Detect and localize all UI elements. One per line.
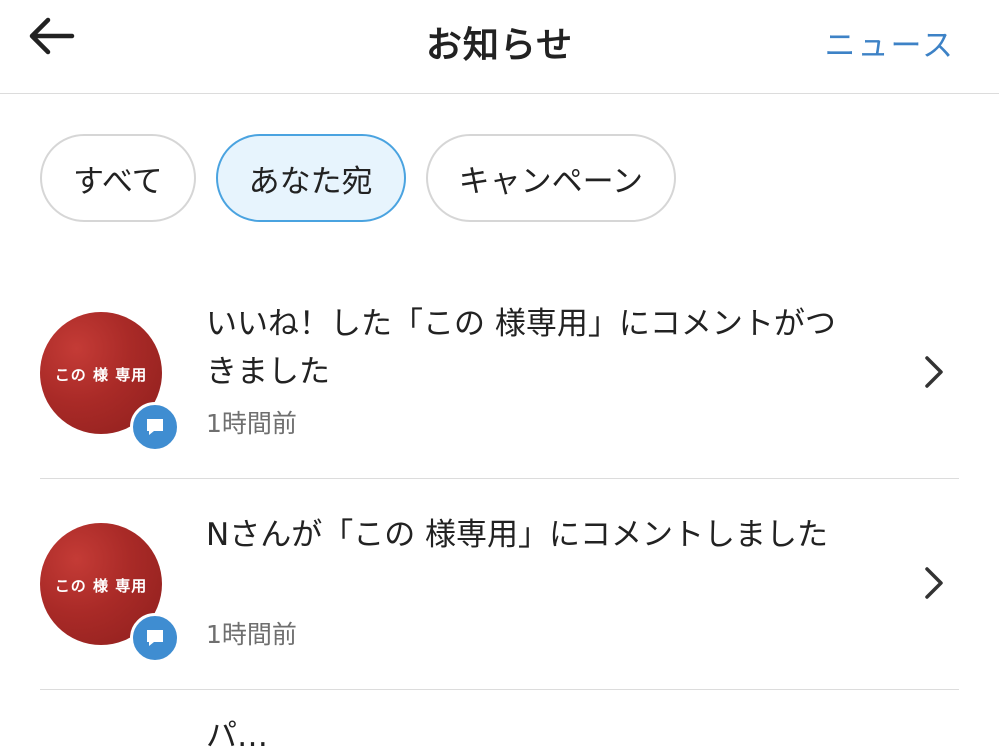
- avatar-text: この 様 専用: [54, 577, 148, 595]
- comment-badge: [130, 613, 180, 663]
- notification-list: この 様 専用 いいね！した「この 様専用」にコメントがつきました 1時間前 こ…: [0, 268, 999, 750]
- avatar: この 様 専用: [40, 523, 180, 663]
- filter-tabs: すべて あなた宛 キャンペーン: [40, 134, 677, 222]
- chevron-right-icon: [925, 356, 943, 388]
- filter-chip-for-you[interactable]: あなた宛: [215, 134, 406, 222]
- avatar: この 様 専用: [40, 312, 180, 452]
- comment-icon: [147, 630, 163, 646]
- filter-chip-campaign[interactable]: キャンペーン: [425, 134, 677, 222]
- avatar-text: この 様 専用: [54, 366, 148, 384]
- app-header: お知らせ ニュース: [0, 0, 999, 94]
- notification-time: 1時間前: [206, 409, 297, 438]
- comment-icon: [147, 419, 163, 435]
- notification-item[interactable]: この 様 専用 Nさんが「この 様専用」にコメントしました 1時間前: [40, 479, 959, 690]
- news-link[interactable]: ニュース: [825, 20, 955, 65]
- notification-text: パ…: [206, 718, 268, 750]
- filter-chip-all[interactable]: すべて: [40, 134, 196, 222]
- comment-badge: [130, 402, 180, 452]
- notification-text: いいね！した「この 様専用」にコメントがつきました: [206, 306, 836, 390]
- notification-item[interactable]: パ…: [40, 690, 959, 750]
- notification-time: 1時間前: [206, 620, 297, 649]
- chevron-right-icon: [925, 567, 943, 599]
- notification-item[interactable]: この 様 専用 いいね！した「この 様専用」にコメントがつきました 1時間前: [40, 268, 959, 479]
- notification-text: Nさんが「この 様専用」にコメントしました: [206, 517, 829, 553]
